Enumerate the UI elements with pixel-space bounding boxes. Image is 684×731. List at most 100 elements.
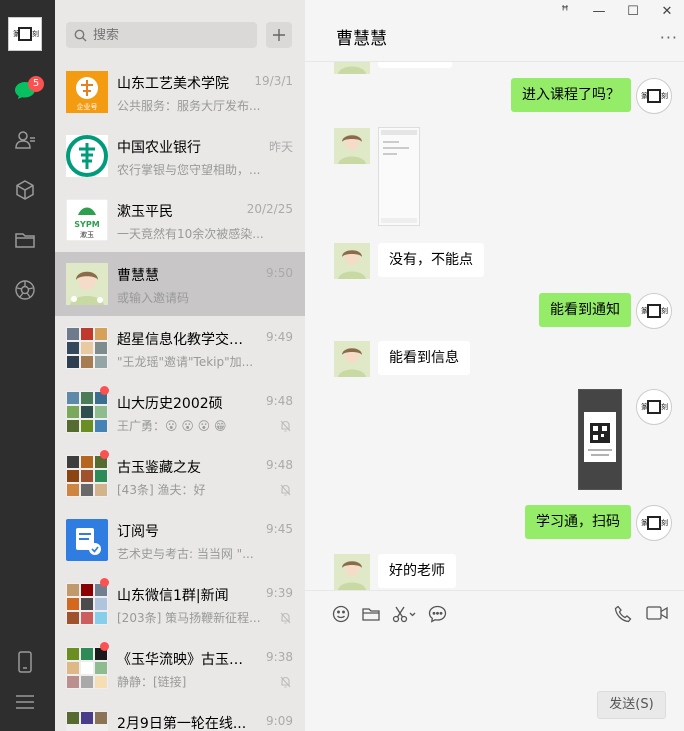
- group-avatar: [66, 647, 108, 689]
- conversation-item[interactable]: 企业号 山东工艺美术学院 19/3/1 公共服务：服务大厅发布...: [55, 60, 305, 124]
- conversation-time: 9:48: [266, 458, 293, 472]
- avatar: [66, 519, 108, 561]
- scissors-icon[interactable]: [392, 605, 416, 623]
- contact-avatar[interactable]: [334, 128, 370, 164]
- conversation-preview: [43条] 渔夫：好: [117, 483, 206, 497]
- conversation-preview: 一天竟然有10余次被感染...: [117, 227, 264, 241]
- close-button[interactable]: ✕: [650, 4, 684, 19]
- menu-icon[interactable]: [12, 689, 38, 715]
- conversation-item[interactable]: 古玉鉴藏之友 9:48 [43条] 渔夫：好: [55, 444, 305, 508]
- svg-text:篆: 篆: [13, 29, 20, 38]
- conversation-item[interactable]: 山大历史2002硕 9:48 王广勇：😮 😮 😮 😁: [55, 380, 305, 444]
- conversation-time: 9:45: [266, 522, 293, 536]
- conversation-item[interactable]: 超星信息化教学交流... 9:49 "王龙瑶"邀请"Tekip"加...: [55, 316, 305, 380]
- my-avatar[interactable]: 篆刻: [636, 78, 672, 114]
- conversation-preview: 或输入邀请码: [117, 291, 190, 305]
- plus-icon: [273, 29, 285, 41]
- conversation-preview: 艺术史与考古: 当当网 "...: [117, 547, 254, 561]
- svg-text:篆: 篆: [641, 91, 648, 100]
- voice-call-icon[interactable]: [614, 605, 632, 623]
- conversation-name: 中国农业银行: [117, 140, 201, 156]
- conversation-name: 古玉鉴藏之友: [117, 460, 201, 476]
- avatar: 企业号: [66, 71, 108, 113]
- chat-title: 曹慧慧: [336, 29, 387, 49]
- svg-text:刻: 刻: [661, 306, 668, 315]
- conversation-time: 19/3/1: [254, 74, 293, 88]
- unread-dot: [100, 578, 109, 587]
- window-controls: ꟸ — ☐ ✕: [548, 4, 684, 19]
- my-avatar[interactable]: 篆 刻: [8, 17, 42, 51]
- nav-rail: 篆 刻 5: [0, 0, 55, 731]
- conversation-item[interactable]: SYPM 漱玉 漱玉平民 20/2/25 一天竟然有10余次被感染...: [55, 188, 305, 252]
- group-avatar: [66, 455, 108, 497]
- group-avatar: [66, 391, 108, 433]
- conversation-time: 9:39: [266, 586, 293, 600]
- minimize-button[interactable]: —: [582, 4, 616, 19]
- message-list: 进入课程了吗？ 篆刻 没有，不能点 能看到通知 篆刻 能看到信息 篆 刻 学习通…: [305, 62, 684, 590]
- conversation-name: 《玉华流映》古玉研...: [117, 652, 249, 668]
- conversation-name: 2月9日第一轮在线...: [117, 716, 247, 731]
- conversation-preview: 公共服务：服务大厅发布...: [117, 99, 261, 113]
- chat-bubble-icon[interactable]: [428, 605, 447, 623]
- conversation-item[interactable]: 中国农业银行 昨天 农行掌银与您守望相助，...: [55, 124, 305, 188]
- conversation-name: 山大历史2002硕: [117, 396, 223, 412]
- conversation-preview: 静静：[链接]: [117, 675, 187, 689]
- conversation-item-active[interactable]: 曹慧慧 9:50 或输入邀请码: [55, 252, 305, 316]
- conversation-time: 昨天: [268, 140, 293, 154]
- video-call-icon[interactable]: [646, 605, 668, 621]
- contact-avatar[interactable]: [334, 62, 370, 74]
- search-input[interactable]: [93, 27, 243, 43]
- message-bubble-sent: 能看到通知: [539, 293, 631, 327]
- conversation-name: 山东工艺美术学院: [117, 76, 229, 92]
- unread-dot: [100, 450, 109, 459]
- contacts-icon[interactable]: [12, 127, 38, 153]
- send-button[interactable]: 发送(S): [597, 691, 666, 719]
- group-avatar: [66, 711, 108, 731]
- conversation-preview: 王广勇：😮 😮 😮 😁: [117, 419, 227, 433]
- image-message[interactable]: [378, 127, 420, 226]
- conversation-list: 企业号 山东工艺美术学院 19/3/1 公共服务：服务大厅发布... 中国农业银…: [55, 0, 305, 731]
- my-avatar[interactable]: 篆刻: [636, 505, 672, 541]
- conversation-time: 20/2/25: [246, 202, 293, 216]
- conversation-item[interactable]: 2月9日第一轮在线... 9:09: [55, 700, 305, 731]
- add-button[interactable]: [266, 22, 292, 48]
- input-area[interactable]: 发送(S): [305, 590, 684, 731]
- conversation-item[interactable]: 山东微信1群|新闻 9:39 [203条] 策马扬鞭新征程...: [55, 572, 305, 636]
- my-avatar[interactable]: 篆刻: [636, 389, 672, 425]
- moments-icon[interactable]: [12, 277, 38, 303]
- wechat-window: 篆 刻 5 搜索 企业号 山东工艺美术学院 19/3/1 公共服务：服务大厅发布…: [0, 0, 684, 731]
- more-options-button[interactable]: ···: [660, 28, 678, 47]
- maximize-button[interactable]: ☐: [616, 4, 650, 19]
- call-toolbar: [614, 605, 668, 623]
- conversation-item[interactable]: 《玉华流映》古玉研... 9:38 静静：[链接]: [55, 636, 305, 700]
- conversation-name: 订阅号: [117, 524, 159, 540]
- image-message[interactable]: [578, 389, 622, 490]
- avatar: [66, 135, 108, 177]
- svg-text:刻: 刻: [661, 402, 668, 411]
- phone-icon[interactable]: [12, 649, 38, 675]
- contact-avatar[interactable]: [334, 554, 370, 590]
- conversation-time: 9:49: [266, 330, 293, 344]
- conversation-preview: [203条] 策马扬鞭新征程...: [117, 611, 261, 625]
- emoji-icon[interactable]: [332, 605, 350, 623]
- svg-text:篆: 篆: [641, 402, 648, 411]
- svg-text:篆: 篆: [641, 306, 648, 315]
- contact-avatar[interactable]: [334, 341, 370, 377]
- favorites-icon[interactable]: [12, 177, 38, 203]
- mute-bell-icon: [280, 484, 291, 496]
- message-bubble: [378, 62, 452, 68]
- my-avatar[interactable]: 篆刻: [636, 293, 672, 329]
- conversation-time: 9:50: [266, 266, 293, 280]
- avatar: [66, 263, 108, 305]
- folder-icon[interactable]: [362, 606, 380, 622]
- folder-icon[interactable]: [12, 227, 38, 253]
- input-toolbar: [332, 605, 447, 623]
- conversation-item[interactable]: 订阅号 9:45 艺术史与考古: 当当网 "...: [55, 508, 305, 572]
- contact-avatar[interactable]: [334, 243, 370, 279]
- svg-text:篆: 篆: [641, 518, 648, 527]
- message-bubble-sent: 学习通，扫码: [525, 505, 631, 539]
- pin-icon[interactable]: ꟸ: [548, 4, 582, 19]
- search-box[interactable]: [66, 22, 257, 48]
- mute-bell-icon: [280, 612, 291, 624]
- unread-badge: 5: [28, 76, 44, 92]
